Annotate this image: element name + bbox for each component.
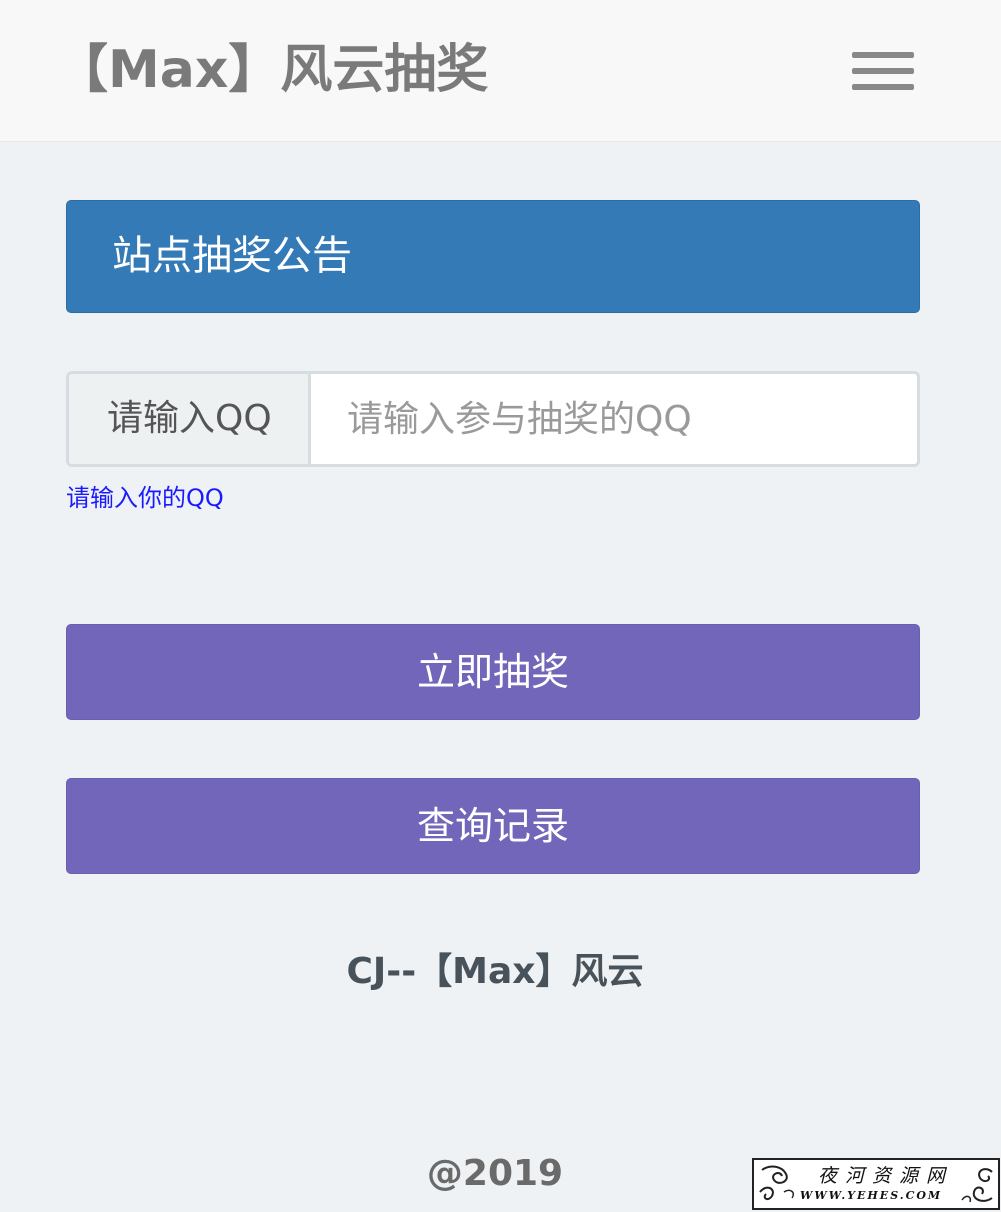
- hamburger-menu-icon[interactable]: [846, 44, 918, 98]
- announcement-title: 站点抽奖公告: [112, 233, 352, 279]
- top-navbar: 【Max】风云抽奖: [0, 0, 1001, 142]
- right-flourish-icon: [961, 1168, 993, 1203]
- left-flourish-icon: [759, 1165, 795, 1201]
- qq-input-addon: 请输入QQ: [69, 374, 311, 464]
- draw-now-button[interactable]: 立即抽奖: [66, 624, 920, 720]
- watermark-text-cn: 夜河资源网: [818, 1165, 954, 1187]
- qq-input[interactable]: [311, 374, 917, 464]
- site-brand[interactable]: 【Max】风云抽奖: [56, 36, 488, 104]
- menu-bar-bottom: [852, 84, 914, 90]
- watermark-logo: 夜河资源网 WWW.YEHES.COM: [752, 1158, 1000, 1210]
- watermark-text-en: WWW.YEHES.COM: [800, 1189, 943, 1202]
- announcement-panel: 站点抽奖公告: [66, 200, 920, 313]
- qq-input-group: 请输入QQ: [66, 371, 920, 467]
- footer-signature: CJ--【Max】风云: [346, 951, 644, 992]
- qq-addon-label: 请输入QQ: [107, 398, 272, 439]
- menu-bar-middle: [852, 68, 914, 74]
- qq-help-text: 请输入你的QQ: [66, 484, 224, 512]
- menu-bar-top: [852, 52, 914, 58]
- query-records-button[interactable]: 查询记录: [66, 778, 920, 874]
